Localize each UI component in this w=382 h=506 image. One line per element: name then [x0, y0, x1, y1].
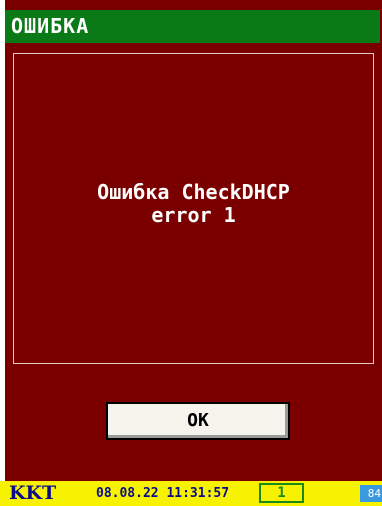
status-counter-badge: 1 — [259, 483, 304, 503]
dialog-title-bar: ОШИБКА — [5, 10, 380, 43]
status-bar: KKT 08.08.22 11:31:57 1 84 — [0, 481, 382, 506]
device-label: KKT — [9, 482, 57, 504]
dialog-title: ОШИБКА — [11, 14, 90, 38]
battery-icon: 84 — [360, 485, 382, 502]
screen-edge — [0, 0, 5, 481]
error-message-line-1: Ошибка CheckDHCP — [97, 179, 290, 204]
error-message-line-2: error 1 — [151, 202, 236, 227]
ok-button[interactable]: OK — [106, 402, 290, 440]
error-message-panel: Ошибка CheckDHCP error 1 — [13, 53, 374, 364]
error-message: Ошибка CheckDHCP error 1 — [97, 179, 290, 227]
device-screen: ОШИБКА Ошибка CheckDHCP error 1 OK KKT 0… — [0, 0, 382, 506]
status-datetime: 08.08.22 11:31:57 — [96, 486, 230, 501]
